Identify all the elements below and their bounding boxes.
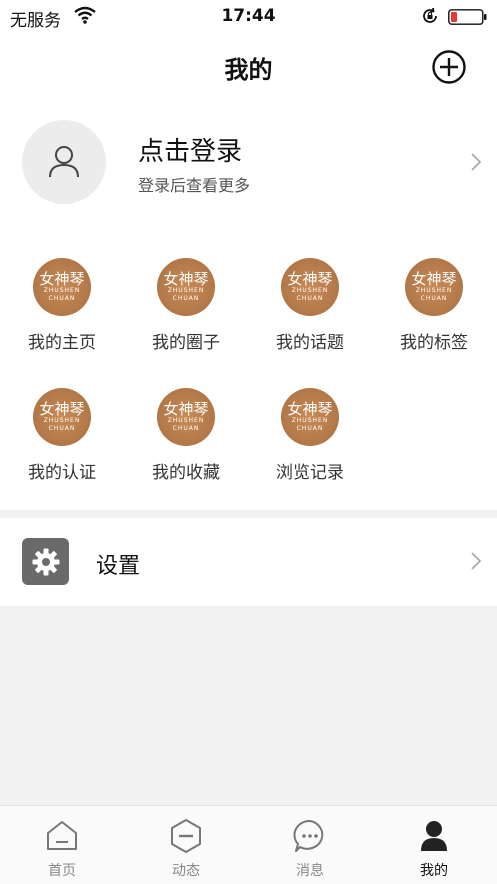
settings-label: 设置 <box>96 554 141 579</box>
brand-logo-icon: 女神琴 ZHUSHEN CHUAN <box>33 258 91 316</box>
login-label[interactable]: 点击登录 <box>138 131 242 168</box>
status-bar: 无服务 17:44 <box>0 0 497 34</box>
chevron-right-icon <box>470 152 482 176</box>
logo-subtext: ZHUSHEN CHUAN <box>291 287 329 302</box>
logo-subtext: ZHUSHEN CHUAN <box>167 287 205 302</box>
tab-label: 首页 <box>48 863 76 879</box>
brand-logo-icon: 女神琴 ZHUSHEN CHUAN <box>157 388 215 446</box>
tab-messages[interactable]: 消息 <box>248 806 372 884</box>
logo-text: 女神琴 <box>39 400 85 418</box>
grid-item-my-topics[interactable]: 女神琴 ZHUSHEN CHUAN 我的话题 <box>248 258 372 368</box>
login-hint: 登录后查看更多 <box>138 176 251 195</box>
logo-subtext: ZHUSHEN CHUAN <box>291 417 329 432</box>
tab-profile[interactable]: 我的 <box>372 806 496 884</box>
grid-item-label: 我的标签 <box>400 333 468 353</box>
logo-text: 女神琴 <box>411 270 457 288</box>
tab-home[interactable]: 首页 <box>0 806 124 884</box>
tab-dynamic[interactable]: 动态 <box>124 806 248 884</box>
settings-row[interactable]: 设置 <box>0 518 497 606</box>
rotation-lock-icon <box>420 6 440 31</box>
grid-item-label: 我的主页 <box>28 333 96 353</box>
grid-item-browsing-history[interactable]: 女神琴 ZHUSHEN CHUAN 浏览记录 <box>248 388 372 498</box>
grid-item-my-tags[interactable]: 女神琴 ZHUSHEN CHUAN 我的标签 <box>372 258 496 368</box>
brand-logo-icon: 女神琴 ZHUSHEN CHUAN <box>281 258 339 316</box>
dynamic-icon <box>171 819 201 853</box>
function-grid: 女神琴 ZHUSHEN CHUAN 我的主页 女神琴 ZHUSHEN CHUAN… <box>0 228 497 510</box>
tab-label: 动态 <box>172 863 200 879</box>
user-icon <box>49 146 79 178</box>
grid-item-label: 我的圈子 <box>152 333 220 353</box>
logo-text: 女神琴 <box>287 270 333 288</box>
home-icon <box>47 821 77 850</box>
page-title: 我的 <box>224 56 273 84</box>
grid-item-my-favorites[interactable]: 女神琴 ZHUSHEN CHUAN 我的收藏 <box>124 388 248 498</box>
brand-logo-icon: 女神琴 ZHUSHEN CHUAN <box>157 258 215 316</box>
grid-item-my-certification[interactable]: 女神琴 ZHUSHEN CHUAN 我的认证 <box>0 388 124 498</box>
logo-subtext: ZHUSHEN CHUAN <box>167 417 205 432</box>
add-button[interactable] <box>431 49 467 89</box>
logo-subtext: ZHUSHEN CHUAN <box>415 287 453 302</box>
profile-icon <box>421 821 447 851</box>
brand-logo-icon: 女神琴 ZHUSHEN CHUAN <box>405 258 463 316</box>
logo-subtext: ZHUSHEN CHUAN <box>43 417 81 432</box>
tab-label: 我的 <box>420 863 448 879</box>
avatar[interactable] <box>22 120 106 204</box>
grid-item-my-homepage[interactable]: 女神琴 ZHUSHEN CHUAN 我的主页 <box>0 258 124 368</box>
logo-text: 女神琴 <box>163 270 209 288</box>
brand-logo-icon: 女神琴 ZHUSHEN CHUAN <box>281 388 339 446</box>
login-section[interactable]: 点击登录 登录后查看更多 <box>0 98 497 228</box>
gear-icon <box>22 538 69 585</box>
grid-item-label: 我的收藏 <box>152 463 220 483</box>
brand-logo-icon: 女神琴 ZHUSHEN CHUAN <box>33 388 91 446</box>
tab-bar: 首页 动态 消息 我的 <box>0 805 497 884</box>
grid-item-label: 我的话题 <box>276 333 344 353</box>
grid-item-label: 我的认证 <box>28 463 96 483</box>
tab-label: 消息 <box>296 863 324 879</box>
navigation-bar: 我的 <box>0 34 497 98</box>
logo-text: 女神琴 <box>39 270 85 288</box>
battery-icon <box>448 9 488 30</box>
message-icon <box>293 819 324 852</box>
chevron-right-icon <box>470 551 482 575</box>
grid-item-label: 浏览记录 <box>276 463 344 483</box>
logo-subtext: ZHUSHEN CHUAN <box>43 287 81 302</box>
plus-circle-icon <box>432 50 466 84</box>
logo-text: 女神琴 <box>163 400 209 418</box>
logo-text: 女神琴 <box>287 400 333 418</box>
grid-item-my-circles[interactable]: 女神琴 ZHUSHEN CHUAN 我的圈子 <box>124 258 248 368</box>
